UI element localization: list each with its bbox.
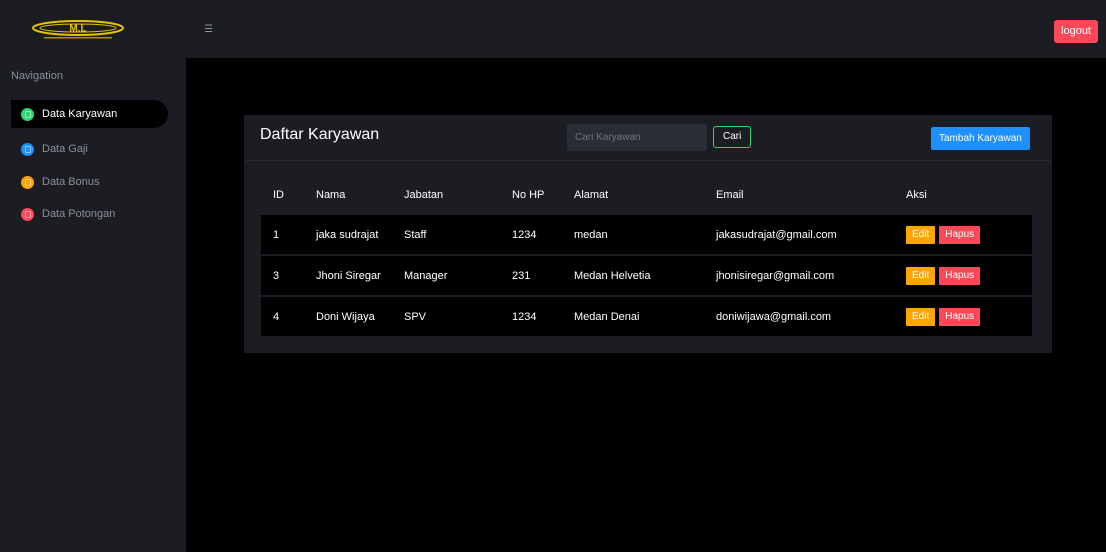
column-header-id: ID xyxy=(273,189,284,201)
sidebar-item-data-karyawan[interactable]: Data Karyawan xyxy=(11,100,168,128)
cell-aksi: Edit Hapus xyxy=(906,256,981,295)
delete-button[interactable]: Hapus xyxy=(939,307,981,326)
sidebar-item-data-gaji[interactable]: Data Gaji xyxy=(11,135,168,163)
employee-table: ID Nama Jabatan No HP Alamat Email Aksi … xyxy=(261,175,1032,338)
cell-id: 4 xyxy=(273,310,280,323)
edit-button[interactable]: Edit xyxy=(906,307,936,326)
id-card-icon xyxy=(21,107,34,121)
sidebar-item-label: Data Bonus xyxy=(42,176,100,188)
cell-jabatan: SPV xyxy=(404,310,427,323)
cell-email: jakasudrajat@gmail.com xyxy=(716,228,837,241)
employee-card: Daftar Karyawan Cari Tambah Karyawan ID … xyxy=(244,115,1052,353)
search-button[interactable]: Cari xyxy=(713,126,752,148)
cell-aksi: Edit Hapus xyxy=(906,297,981,336)
sidebar-item-data-potongan[interactable]: Data Potongan xyxy=(11,200,168,228)
cell-id: 1 xyxy=(273,228,280,241)
cell-jabatan: Manager xyxy=(404,269,448,282)
cell-nama: Jhoni Siregar xyxy=(316,269,381,282)
logout-button[interactable]: logout xyxy=(1054,20,1098,43)
cell-email: jhonisiregar@gmail.com xyxy=(716,269,835,282)
delete-button[interactable]: Hapus xyxy=(939,266,981,285)
sidebar: Navigation Data Karyawan Data Gaji Data … xyxy=(0,58,186,552)
table-header: ID Nama Jabatan No HP Alamat Email Aksi xyxy=(261,175,1032,215)
cell-alamat: medan xyxy=(574,228,608,241)
menu-toggle-icon[interactable]: ☰ xyxy=(204,24,214,36)
top-bar: M.L ☰ logout xyxy=(0,0,1106,58)
cell-alamat: Medan Helvetia xyxy=(574,269,651,282)
add-employee-button[interactable]: Tambah Karyawan xyxy=(931,127,1030,150)
cell-id: 3 xyxy=(273,269,280,282)
search-input[interactable] xyxy=(567,124,707,151)
table-row: 4 Doni Wijaya SPV 1234 Medan Denai doniw… xyxy=(261,297,1032,336)
sidebar-item-label: Data Potongan xyxy=(42,208,116,220)
cell-nohp: 1234 xyxy=(512,228,537,241)
gift-icon xyxy=(21,175,34,189)
sidebar-item-label: Data Gaji xyxy=(42,143,88,155)
company-logo[interactable]: M.L xyxy=(30,19,126,40)
column-header-email: Email xyxy=(716,189,744,201)
table-row: 1 jaka sudrajat Staff 1234 medan jakasud… xyxy=(261,215,1032,254)
cell-jabatan: Staff xyxy=(404,228,427,241)
cell-nohp: 231 xyxy=(512,269,531,282)
cut-icon xyxy=(21,207,34,221)
cell-email: doniwijawa@gmail.com xyxy=(716,310,832,323)
column-header-nama: Nama xyxy=(316,189,346,201)
sidebar-item-data-bonus[interactable]: Data Bonus xyxy=(11,168,168,196)
delete-button[interactable]: Hapus xyxy=(939,225,981,244)
sidebar-heading: Navigation xyxy=(11,70,63,82)
column-header-jabatan: Jabatan xyxy=(404,189,444,201)
card-header: Daftar Karyawan Cari Tambah Karyawan xyxy=(244,115,1052,161)
edit-button[interactable]: Edit xyxy=(906,225,936,244)
cell-nama: Doni Wijaya xyxy=(316,310,375,323)
sidebar-item-label: Data Karyawan xyxy=(42,108,118,120)
edit-button[interactable]: Edit xyxy=(906,266,936,285)
cell-nama: jaka sudrajat xyxy=(316,228,379,241)
wallet-icon xyxy=(21,142,34,156)
page-title: Daftar Karyawan xyxy=(260,126,380,143)
column-header-aksi: Aksi xyxy=(906,189,927,201)
cell-aksi: Edit Hapus xyxy=(906,215,981,254)
cell-alamat: Medan Denai xyxy=(574,310,640,323)
table-row: 3 Jhoni Siregar Manager 231 Medan Helvet… xyxy=(261,256,1032,295)
cell-nohp: 1234 xyxy=(512,310,537,323)
logo-text: M.L xyxy=(69,24,86,35)
column-header-nohp: No HP xyxy=(512,189,545,201)
column-header-alamat: Alamat xyxy=(574,189,609,201)
